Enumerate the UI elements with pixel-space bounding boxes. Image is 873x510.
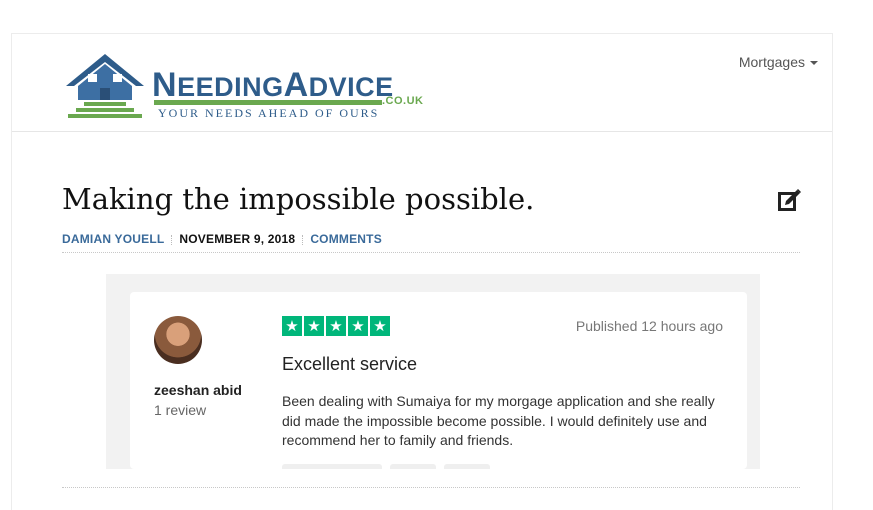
post-title: Making the impossible possible. bbox=[62, 182, 535, 216]
logo-underline bbox=[154, 100, 382, 105]
star-rating: ★ ★ ★ ★ ★ bbox=[282, 316, 390, 336]
meta-divider bbox=[302, 234, 304, 245]
meta-divider-rule bbox=[62, 252, 800, 253]
site-logo[interactable]: NEEDINGADVICE .CO.UK YOUR NEEDS AHEAD OF… bbox=[62, 48, 432, 120]
star-icon: ★ bbox=[326, 316, 346, 336]
useful-button-stub[interactable] bbox=[390, 464, 436, 469]
star-icon: ★ bbox=[370, 316, 390, 336]
nav-mortgages-dropdown[interactable]: Mortgages bbox=[739, 54, 818, 70]
review-body: Been dealing with Sumaiya for my morgage… bbox=[282, 393, 715, 448]
report-button-stub[interactable] bbox=[444, 464, 490, 469]
house-logo-icon bbox=[66, 54, 144, 118]
logo-tagline: YOUR NEEDS AHEAD OF OURS bbox=[158, 106, 380, 120]
avatar[interactable] bbox=[154, 316, 202, 364]
star-icon: ★ bbox=[282, 316, 302, 336]
review-count: 1 review bbox=[154, 402, 207, 418]
meta-divider bbox=[171, 234, 173, 245]
page-frame: NEEDINGADVICE .CO.UK YOUR NEEDS AHEAD OF… bbox=[11, 33, 833, 510]
caret-down-icon bbox=[810, 61, 818, 66]
reviewer-name[interactable]: zeeshan abid bbox=[154, 382, 242, 398]
star-icon: ★ bbox=[348, 316, 368, 336]
post-date: NOVEMBER 9, 2018 bbox=[179, 232, 296, 246]
review-widget: zeeshan abid 1 review ★ ★ ★ ★ ★ Publishe… bbox=[106, 274, 760, 469]
logo-wordmark: NEEDINGADVICE bbox=[152, 66, 394, 104]
author-link[interactable]: DAMIAN YOUELL bbox=[62, 232, 164, 246]
logo-domain-suffix: .CO.UK bbox=[382, 95, 424, 107]
star-icon: ★ bbox=[304, 316, 324, 336]
site-header: NEEDINGADVICE .CO.UK YOUR NEEDS AHEAD OF… bbox=[12, 34, 832, 132]
published-time: Published 12 hours ago bbox=[575, 318, 723, 334]
review-title: Excellent service bbox=[282, 354, 418, 374]
nav-mortgages-label: Mortgages bbox=[738, 54, 805, 70]
review-card: zeeshan abid 1 review ★ ★ ★ ★ ★ Publishe… bbox=[130, 292, 747, 469]
post-meta: DAMIAN YOUELL NOVEMBER 9, 2018 COMMENTS bbox=[62, 232, 382, 246]
edit-icon[interactable] bbox=[776, 187, 802, 213]
comments-link[interactable]: COMMENTS bbox=[310, 232, 382, 246]
post-end-rule bbox=[62, 487, 800, 488]
share-button-stub[interactable] bbox=[282, 464, 382, 469]
